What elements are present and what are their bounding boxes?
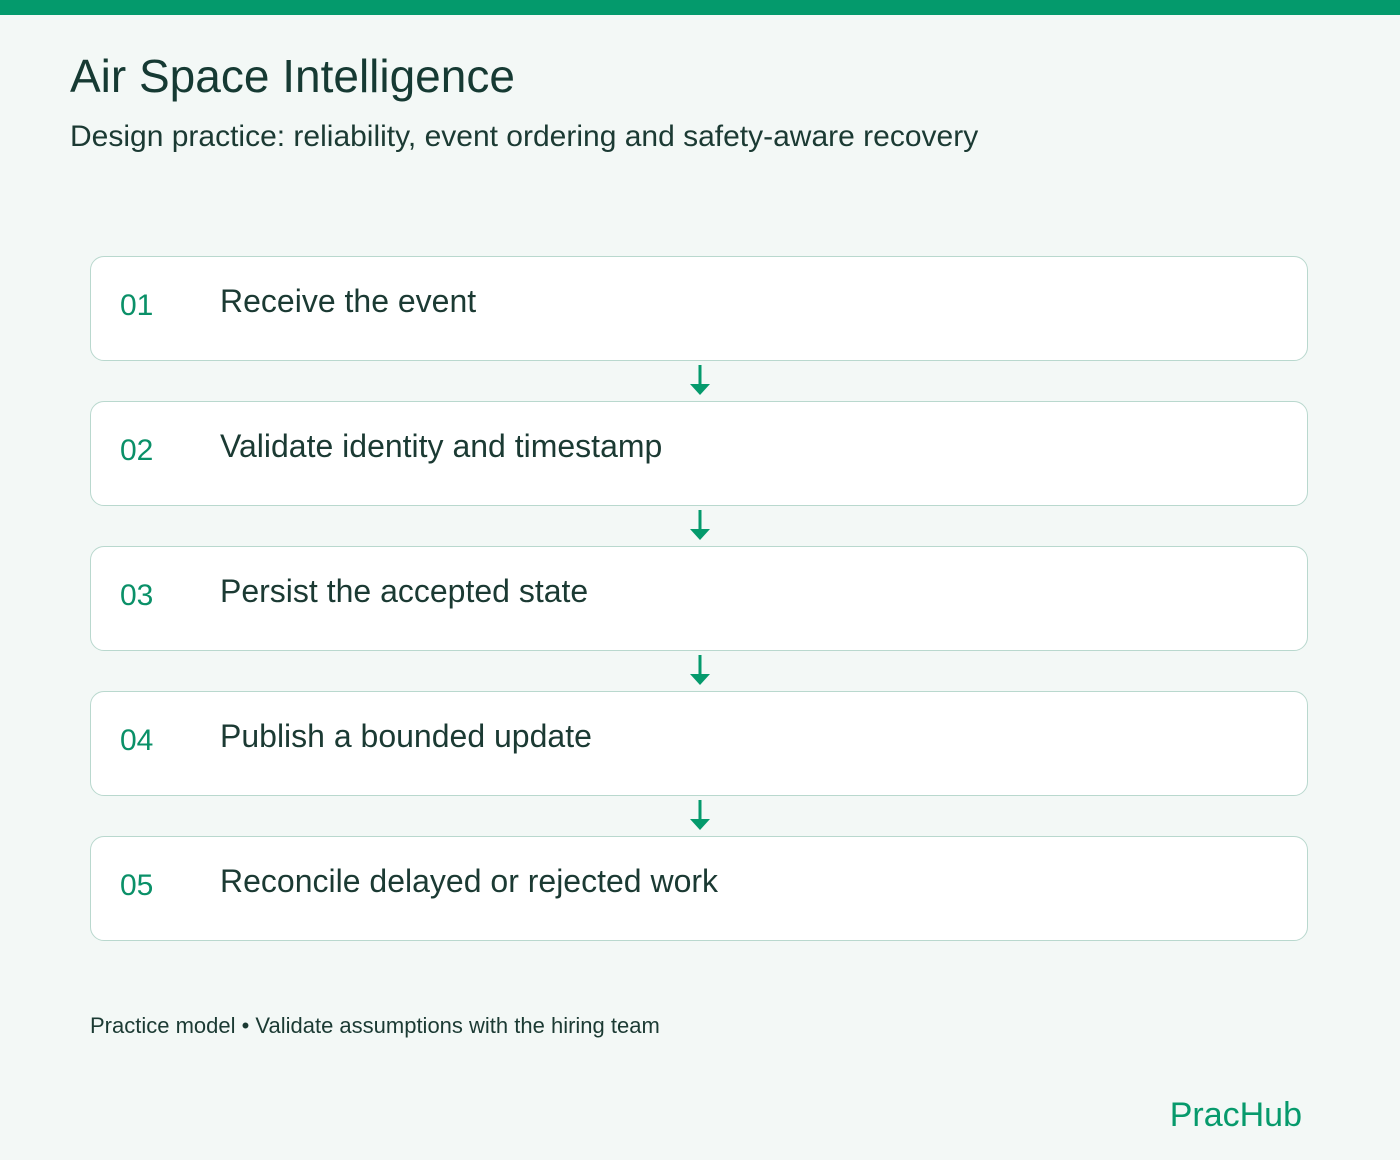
down-arrow-icon — [690, 510, 710, 540]
step-card-2: 02 Validate identity and timestamp — [90, 401, 1308, 506]
top-accent-bar — [0, 0, 1400, 15]
step-number: 01 — [120, 289, 154, 322]
step-label: Receive the event — [220, 283, 477, 319]
page-title: Air Space Intelligence — [70, 50, 515, 102]
step-number: 03 — [120, 579, 154, 612]
step-label: Persist the accepted state — [220, 573, 589, 609]
page-subtitle: Design practice: reliability, event orde… — [70, 120, 979, 153]
footnote: Practice model • Validate assumptions wi… — [90, 1013, 660, 1038]
step-label: Publish a bounded update — [220, 718, 592, 754]
step-card-3: 03 Persist the accepted state — [90, 546, 1308, 651]
down-arrow-icon — [690, 365, 710, 395]
down-arrow-icon — [690, 655, 710, 685]
down-arrow-icon — [690, 800, 710, 830]
step-card-4: 04 Publish a bounded update — [90, 691, 1308, 796]
step-number: 04 — [120, 724, 154, 757]
step-card-5: 05 Reconcile delayed or rejected work — [90, 836, 1308, 941]
step-number: 02 — [120, 434, 154, 467]
brand-logo: PracHub — [1169, 1096, 1302, 1134]
step-label: Reconcile delayed or rejected work — [220, 863, 719, 899]
step-card-1: 01 Receive the event — [90, 256, 1308, 361]
step-label: Validate identity and timestamp — [220, 428, 663, 464]
step-number: 05 — [120, 869, 154, 902]
